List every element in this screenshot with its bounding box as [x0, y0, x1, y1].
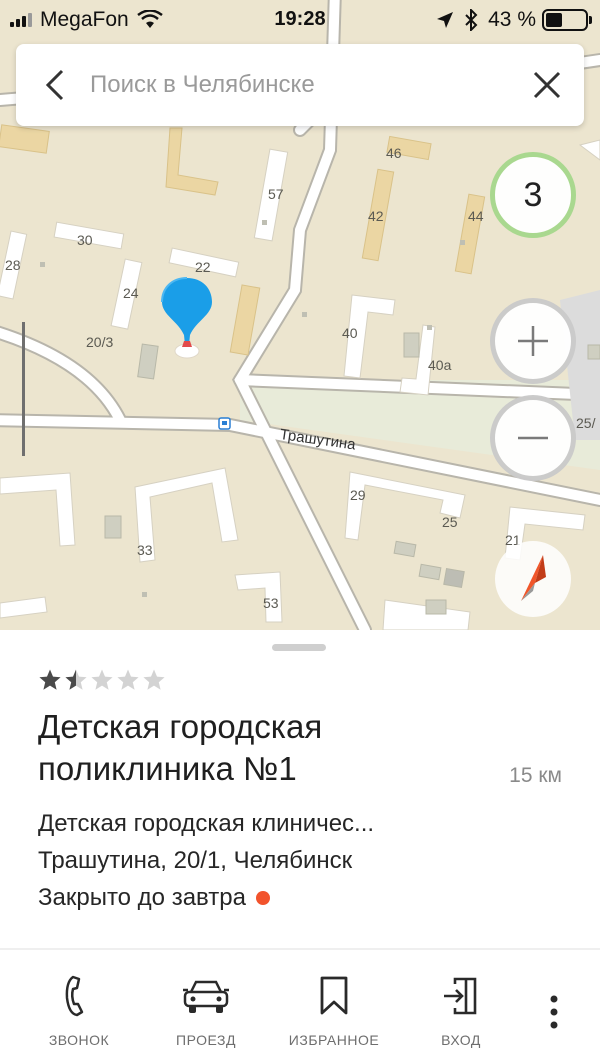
battery-icon [542, 9, 592, 31]
close-icon [533, 71, 561, 99]
zoom-in-button[interactable] [490, 298, 576, 384]
back-button[interactable] [32, 62, 78, 108]
opening-hours[interactable]: Закрыто до завтра [38, 884, 270, 912]
rating-stars [38, 668, 168, 692]
compass-button[interactable] [495, 541, 571, 617]
search-bar [16, 44, 584, 126]
star-empty-icon [91, 669, 113, 690]
house-number: 44 [468, 208, 484, 224]
place-category: Детская городская клиничес... [38, 810, 375, 837]
house-number: 40а [428, 357, 452, 373]
clear-search-button[interactable] [524, 62, 570, 108]
bookmark-icon [320, 976, 348, 1015]
more-vertical-icon [550, 995, 558, 1029]
house-number: 33 [137, 542, 153, 558]
minus-icon [518, 436, 548, 440]
house-number: 42 [368, 208, 384, 224]
call-label: ЗВОНОК [48, 1032, 110, 1048]
call-button[interactable]: ЗВОНОК [24, 970, 134, 1050]
closed-status-dot [255, 891, 270, 905]
house-number: 25 [442, 514, 458, 530]
bus-stop-icon[interactable] [218, 417, 231, 430]
house-number: 46 [386, 145, 402, 161]
chevron-left-icon [45, 69, 64, 101]
entrance-label: ВХОД [441, 1032, 481, 1048]
house-number: 53 [263, 595, 279, 611]
traffic-level-value: 3 [523, 175, 543, 214]
plus-icon [518, 326, 548, 356]
location-arrow-icon [437, 12, 454, 28]
place-address[interactable]: Трашутина, 20/1, Челябинск [38, 847, 352, 875]
map-pin-icon[interactable] [160, 275, 214, 365]
search-input[interactable] [90, 62, 510, 108]
route-label: ПРОЕЗД [176, 1032, 236, 1048]
house-number: 24 [123, 285, 139, 301]
drag-handle[interactable] [272, 644, 326, 651]
house-number: 28 [5, 257, 21, 273]
car-icon [183, 980, 229, 1013]
house-number: 29 [350, 487, 366, 503]
favorite-button[interactable]: ИЗБРАННОЕ [279, 970, 389, 1050]
house-number: 25/ [576, 415, 596, 431]
star-half-icon [65, 669, 87, 690]
house-number: 40 [342, 325, 358, 341]
battery-percent: 43 % [488, 8, 536, 31]
place-title: Детская городская поликлиника №1 [38, 708, 323, 787]
favorite-label: ИЗБРАННОЕ [288, 1032, 380, 1048]
compass-icon [521, 555, 546, 601]
route-button[interactable]: ПРОЕЗД [151, 970, 261, 1050]
house-number: 57 [268, 186, 284, 202]
house-number: 30 [77, 232, 93, 248]
map-scale-indicator [22, 322, 25, 456]
distance-label: 15 км [509, 764, 562, 787]
bluetooth-icon [465, 9, 478, 31]
more-options-button[interactable] [534, 988, 574, 1036]
star-filled-icon [39, 669, 61, 690]
star-empty-icon [117, 669, 139, 690]
traffic-level-button[interactable]: 3 [490, 152, 576, 238]
entrance-icon [444, 977, 477, 1015]
phone-icon [65, 975, 84, 1017]
house-number: 22 [195, 259, 211, 275]
zoom-out-button[interactable] [490, 395, 576, 481]
hours-status: Закрыто до завтра [38, 884, 246, 911]
status-bar: MegaFon 19:28 43 % [0, 0, 600, 40]
entrance-button[interactable]: ВХОД [406, 970, 516, 1050]
action-bar: ЗВОНОК ПРОЕЗД ИЗБРАННОЕ ВХОД [0, 950, 600, 1063]
star-empty-icon [143, 669, 165, 690]
house-number: 20/3 [86, 334, 114, 350]
